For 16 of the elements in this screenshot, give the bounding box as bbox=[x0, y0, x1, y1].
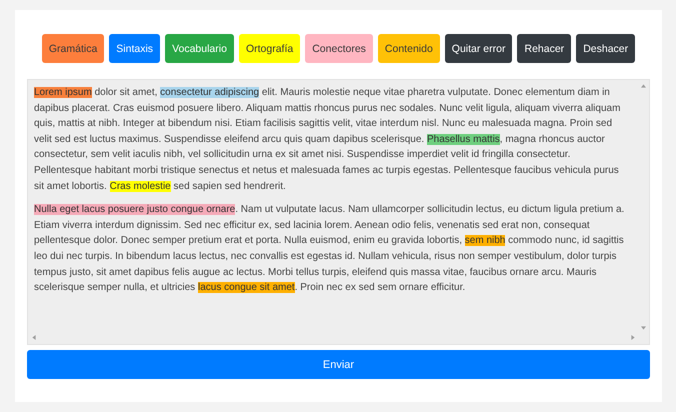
toolbar-button[interactable]: Rehacer bbox=[517, 34, 572, 63]
toolbar-button[interactable]: Ortografía bbox=[238, 34, 300, 63]
paragraph: Nulla eget lacus posuere justo congue ornare. Nam ut vulputate lacus. Nam ullamcorper sollicitudin lectus, eu dictum ligula pretium a. Etiam viverra interdum dignissim. Sed nec efficitur ex, sed lacinia lorem. Aenean odio felis, venenatis sed erat non, consequat pellentesque dolor. Donec semper pretium erat et porta. Nulla euismod, enim eu gravida lobortis, sem nibh commodo nunc, id sagittis leo dui nec turpis. In bibendum lacus lectus, nec convallis est egestas id. Nullam vehicula, risus non semper vestibulum, dolor turpis tempus justo, sit amet dapibus felis augue ac lectus. Morbi tellus turpis, eleifend quis massa vitae, faucibus ornare arcu. Mauris scelerisque semper nulla, et ultricies lacus congue sit amet. Proin nec ex sed sem ornare efficitur. bbox=[34, 203, 626, 296]
toolbar-button[interactable]: Conectores bbox=[305, 34, 373, 63]
toolbar-button[interactable]: Deshacer bbox=[576, 34, 636, 63]
text-editor[interactable] bbox=[27, 79, 650, 345]
paragraph: Lorem ipsum dolor sit amet, consectetur adipiscing elit. Mauris molestie neque vitae pharetra vulputate. Donec elementum diam in dapibus placerat. Cras euismod posuere libero. Aliquam mattis rhoncus purus nec sodales. Nunc velit ligula, aliquam viverra aliquam quis, mattis at nibh. Integer at bibendum nisi. Etiam facilisis sagittis velit, vitae interdum nisl. Nunc eu malesuada magna. Proin sed velit sed est luctus maximus. Suspendisse eleifend arcu quis quam dapibus scelerisque. Phasellus mattis, magna rhoncus auctor consectetur, sem velit iaculis nibh, vel sollicitudin urna ex sit amet nisi. Suspendisse imperdiet velit id fringilla consectetur. Pellentesque habitant morbi tristique senectus et netus et malesuada fames ac turpis egestas. Pellentesque faucibus vehicula purus sit amet lobortis. Cras molestie sed sapien sed hendrerit. bbox=[34, 86, 622, 194]
toolbar-button[interactable]: Gramática bbox=[42, 34, 104, 63]
scroll-right-icon[interactable] bbox=[631, 335, 635, 340]
toolbar-button[interactable]: Quitar error bbox=[444, 34, 512, 63]
toolbar-button[interactable]: Sintaxis bbox=[109, 34, 160, 63]
scroll-left-icon[interactable] bbox=[32, 335, 36, 340]
scroll-down-icon[interactable] bbox=[641, 326, 646, 330]
toolbar-button[interactable]: Contenido bbox=[378, 34, 440, 63]
submit-button[interactable]: Enviar bbox=[27, 350, 650, 379]
scroll-up-icon[interactable] bbox=[641, 84, 646, 88]
